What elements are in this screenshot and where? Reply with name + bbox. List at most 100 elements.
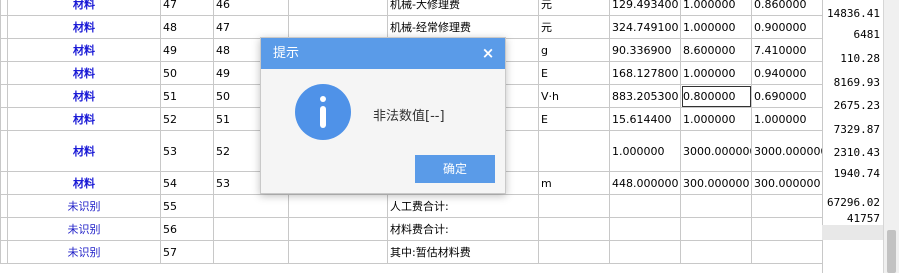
row-checkbox[interactable] xyxy=(0,130,8,172)
row-quantity[interactable] xyxy=(609,194,681,218)
row-number[interactable]: 54 xyxy=(160,171,214,195)
row-type[interactable]: 材料 xyxy=(7,38,161,62)
row-checkbox[interactable] xyxy=(0,194,8,218)
row-type[interactable]: 材料 xyxy=(7,171,161,195)
row-type[interactable]: 未识别 xyxy=(7,217,161,241)
row-unit[interactable]: E xyxy=(538,61,610,85)
vertical-scrollbar[interactable] xyxy=(883,0,899,273)
row-checkbox[interactable] xyxy=(0,107,8,131)
table-row[interactable]: 未识别56材料费合计:3518 xyxy=(0,217,873,241)
close-icon[interactable]: × xyxy=(479,38,497,69)
row-checkbox[interactable] xyxy=(0,61,8,85)
table-row[interactable]: 材料 48 47 机械-经常修理费元 324.749100 1.000000 0.90000… xyxy=(0,15,873,39)
row-value-a[interactable]: 8.600000 xyxy=(680,38,752,62)
row-value-a[interactable]: 300.000000 xyxy=(680,171,752,195)
row-code[interactable]: 46 xyxy=(213,0,289,16)
row-value-a[interactable] xyxy=(680,217,752,241)
scrollbar-thumb[interactable] xyxy=(887,230,896,273)
row-value-b[interactable]: 7.410000 xyxy=(751,38,823,62)
row-value-a[interactable] xyxy=(680,240,752,264)
row-value-b[interactable]: 0.940000 xyxy=(751,61,823,85)
row-type[interactable]: 材料 xyxy=(7,61,161,85)
row-blank[interactable] xyxy=(288,240,388,264)
row-number[interactable]: 48 xyxy=(160,15,214,39)
row-quantity[interactable]: 324.749100 xyxy=(609,15,681,39)
row-blank[interactable] xyxy=(288,217,388,241)
row-quantity[interactable] xyxy=(609,217,681,241)
row-value-b[interactable]: 1.000000 xyxy=(751,107,823,131)
row-unit[interactable] xyxy=(538,240,610,264)
row-name[interactable]: 机械-大修理费 xyxy=(387,0,539,16)
row-unit[interactable] xyxy=(538,130,610,172)
row-blank[interactable] xyxy=(288,0,388,16)
row-unit[interactable]: V·h xyxy=(538,84,610,108)
row-value-a[interactable]: 1.000000 xyxy=(680,15,752,39)
row-value-a[interactable]: 0.800000 xyxy=(680,84,752,108)
row-code[interactable] xyxy=(213,194,289,218)
row-quantity[interactable]: 883.205300 xyxy=(609,84,681,108)
row-value-b[interactable]: 3000.000000 xyxy=(751,130,823,172)
row-type[interactable]: 材料 xyxy=(7,107,161,131)
row-value-a[interactable]: 3000.000000 xyxy=(680,130,752,172)
row-value-b[interactable]: 0.860000 xyxy=(751,0,823,16)
row-value-b[interactable] xyxy=(751,240,823,264)
row-quantity[interactable]: 90.336900 xyxy=(609,38,681,62)
row-quantity[interactable] xyxy=(609,240,681,264)
row-checkbox[interactable] xyxy=(0,38,8,62)
row-value-a[interactable]: 1.000000 xyxy=(680,61,752,85)
row-type[interactable]: 材料 xyxy=(7,84,161,108)
row-value-b[interactable] xyxy=(751,217,823,241)
row-checkbox[interactable] xyxy=(0,15,8,39)
row-code[interactable] xyxy=(213,217,289,241)
row-quantity[interactable]: 129.493400 xyxy=(609,0,681,16)
row-code[interactable]: 47 xyxy=(213,15,289,39)
row-number[interactable]: 57 xyxy=(160,240,214,264)
row-checkbox[interactable] xyxy=(0,84,8,108)
row-code[interactable] xyxy=(213,240,289,264)
row-unit[interactable]: m xyxy=(538,171,610,195)
table-row[interactable]: 材料 47 46 机械-大修理费元 129.493400 1.000000 0.860000… xyxy=(0,0,873,16)
row-quantity[interactable]: 448.000000 xyxy=(609,171,681,195)
row-number[interactable]: 53 xyxy=(160,130,214,172)
row-blank[interactable] xyxy=(288,15,388,39)
row-value-b[interactable] xyxy=(751,194,823,218)
row-type[interactable]: 材料 xyxy=(7,15,161,39)
table-row[interactable]: 未识别57其中:暂估材料费-0.0 xyxy=(0,240,873,264)
row-unit[interactable] xyxy=(538,194,610,218)
row-value-a[interactable]: 1.000000 xyxy=(680,0,752,16)
row-blank[interactable] xyxy=(288,194,388,218)
row-unit[interactable]: 元 xyxy=(538,0,610,16)
row-quantity[interactable]: 1.000000 xyxy=(609,130,681,172)
table-row[interactable]: 未识别55人工费合计:8345 xyxy=(0,194,873,218)
row-unit[interactable]: E xyxy=(538,107,610,131)
row-value-b[interactable]: 0.900000 xyxy=(751,15,823,39)
row-number[interactable]: 49 xyxy=(160,38,214,62)
row-number[interactable]: 50 xyxy=(160,61,214,85)
row-name[interactable]: 机械-经常修理费 xyxy=(387,15,539,39)
row-number[interactable]: 51 xyxy=(160,84,214,108)
row-type[interactable]: 未识别 xyxy=(7,240,161,264)
row-value-a[interactable] xyxy=(680,194,752,218)
row-checkbox[interactable] xyxy=(0,217,8,241)
row-checkbox[interactable] xyxy=(0,0,8,16)
row-type[interactable]: 材料 xyxy=(7,130,161,172)
row-number[interactable]: 55 xyxy=(160,194,214,218)
row-value-b[interactable]: 0.690000 xyxy=(751,84,823,108)
row-type[interactable]: 未识别 xyxy=(7,194,161,218)
row-number[interactable]: 56 xyxy=(160,217,214,241)
row-unit[interactable]: g xyxy=(538,38,610,62)
ok-button[interactable]: 确定 xyxy=(415,155,495,183)
row-name[interactable]: 其中:暂估材料费 xyxy=(387,240,539,264)
row-checkbox[interactable] xyxy=(0,171,8,195)
row-value-a[interactable]: 1.000000 xyxy=(680,107,752,131)
row-name[interactable]: 人工费合计: xyxy=(387,194,539,218)
row-name[interactable]: 材料费合计: xyxy=(387,217,539,241)
row-number[interactable]: 52 xyxy=(160,107,214,131)
row-value-b[interactable]: 300.000000 xyxy=(751,171,823,195)
row-number[interactable]: 47 xyxy=(160,0,214,16)
row-unit[interactable] xyxy=(538,217,610,241)
row-type[interactable]: 材料 xyxy=(7,0,161,16)
row-unit[interactable]: 元 xyxy=(538,15,610,39)
row-quantity[interactable]: 15.614400 xyxy=(609,107,681,131)
row-checkbox[interactable] xyxy=(0,240,8,264)
